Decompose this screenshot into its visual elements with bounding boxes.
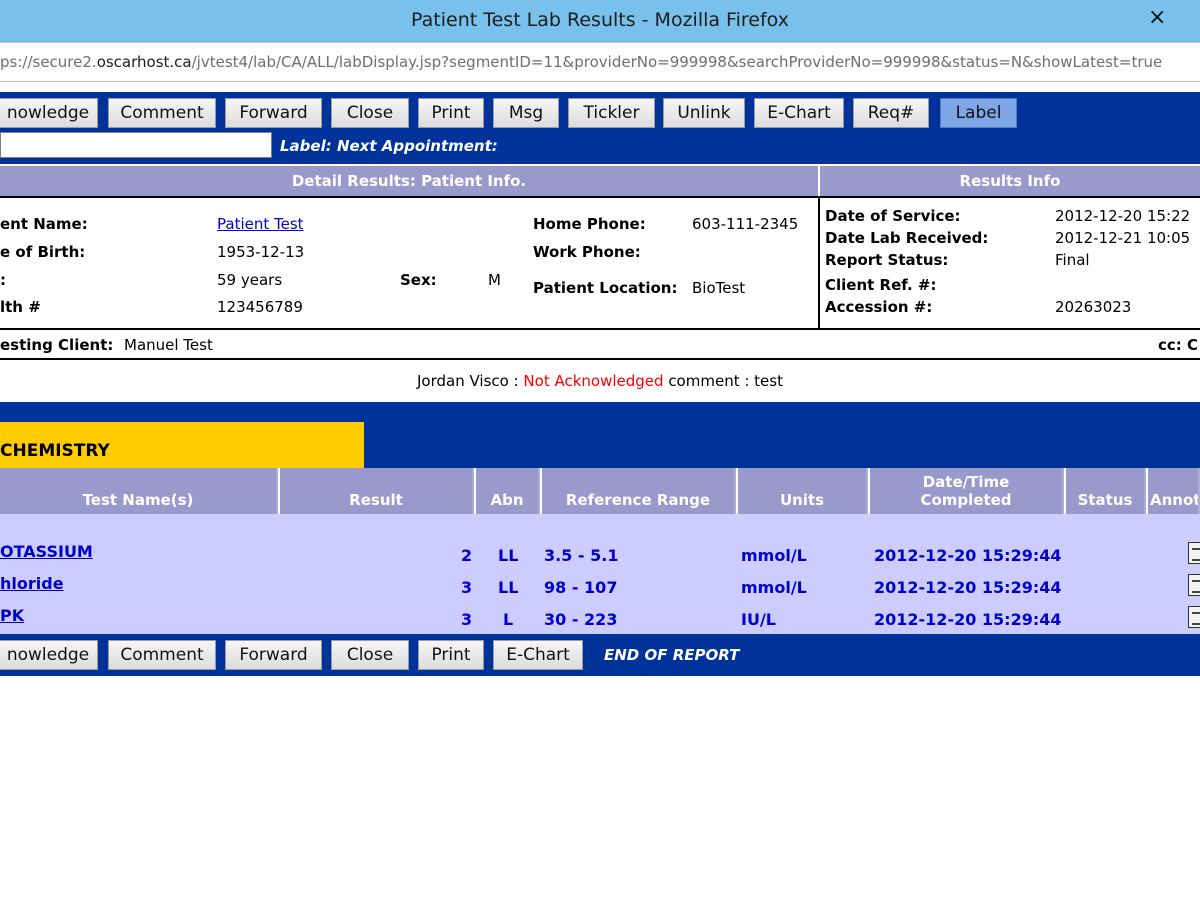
col-reference-range: Reference Range [542,468,736,514]
requesting-client-row: esting Client: Manuel Test cc: C [0,330,1200,360]
units: IU/L [741,610,776,629]
requesting-client-value: Manuel Test [124,336,213,354]
tickler-button[interactable]: Tickler [568,98,655,128]
home-phone-label: Home Phone: [533,215,646,233]
department-header: CHEMISTRY [0,422,364,468]
reference-range: 98 - 107 [544,578,618,597]
msg-button[interactable]: Msg [493,98,559,128]
unlink-button[interactable]: Unlink [663,98,745,128]
acknowledge-button-bottom[interactable]: nowledge [0,640,98,670]
end-of-report-text: END OF REPORT [604,646,740,664]
units: mmol/L [741,578,807,597]
results-table-body: OTASSIUM 2 LL 3.5 - 5.1 mmol/L 2012-12-2… [0,514,1200,634]
report-status-value: Final [1055,251,1090,269]
col-abn: Abn [476,468,540,514]
report-status-label: Report Status: [825,251,949,269]
dob-label: e of Birth: [0,243,86,261]
info-divider [818,198,820,328]
patient-location-label: Patient Location: [533,279,678,297]
date-of-service-label: Date of Service: [825,207,961,225]
acknowledgement-row: Jordan Visco : Not Acknowledged comment … [0,362,1200,402]
comment-button[interactable]: Comment [108,98,216,128]
comment-button-bottom[interactable]: Comment [108,640,216,670]
sex-value: M [488,271,501,289]
abn-flag: LL [498,578,519,597]
patient-name-link[interactable]: Patient Test [217,215,304,233]
url-text: ps://secure2.oscarhost.ca/jvtest4/lab/CA… [0,53,1163,71]
test-name-link[interactable]: PK [0,606,24,625]
acknowledge-button[interactable]: nowledge [0,98,98,128]
date-received-label: Date Lab Received: [825,229,989,247]
col-units: Units [738,468,868,514]
col-date-completed: Date/Time Completed [870,468,1064,514]
test-name-link[interactable]: OTASSIUM [0,542,93,561]
annotation-icon[interactable] [1188,542,1200,564]
reference-range: 3.5 - 5.1 [544,546,619,565]
col-annotation: Annot [1148,468,1200,514]
dob-value: 1953-12-13 [217,243,305,261]
close-icon[interactable]: × [1148,6,1166,30]
annotation-icon[interactable] [1188,574,1200,596]
req-button[interactable]: Req# [853,98,929,128]
patient-location-value: BioTest [692,279,746,297]
result-value: 3 [461,610,473,629]
accession-label: Accession #: [825,298,933,316]
bottom-toolbar: nowledge Comment Forward Close Print E-C… [0,634,1200,676]
date-of-service-value: 2012-12-20 15:22 [1055,207,1191,225]
date-completed: 2012-12-20 15:29:44 [874,546,1062,565]
age-value: 59 years [217,271,283,289]
test-name-link[interactable]: hloride [0,574,64,593]
result-value: 2 [461,546,473,565]
top-toolbar: nowledge Comment Forward Close Print Msg… [0,92,1200,164]
date-completed: 2012-12-20 15:29:44 [874,610,1062,629]
label-caption: Label: Next Appointment: [280,137,498,155]
ack-status: Not Acknowledged [523,372,664,390]
results-info-header: Results Info [820,166,1200,196]
accession-value: 20263023 [1055,298,1132,316]
sex-label: Sex: [400,271,437,289]
address-bar[interactable]: ps://secure2.oscarhost.ca/jvtest4/lab/CA… [0,42,1200,82]
col-result: Result [280,468,474,514]
close-button-bottom[interactable]: Close [331,640,409,670]
health-number-value: 123456789 [217,298,303,316]
date-received-value: 2012-12-21 10:05 [1055,229,1191,247]
ack-provider: Jordan Visco : [417,372,524,390]
home-phone-value: 603-111-2345 [692,215,799,233]
cc-label: cc: C [1158,336,1199,354]
forward-button[interactable]: Forward [225,98,322,128]
abn-flag: L [503,610,514,629]
requesting-client-label: esting Client: [0,336,114,354]
print-button-bottom[interactable]: Print [418,640,484,670]
age-label: : [0,271,6,289]
echart-button[interactable]: E-Chart [754,98,844,128]
echart-button-bottom[interactable]: E-Chart [493,640,583,670]
result-value: 3 [461,578,473,597]
reference-range: 30 - 223 [544,610,618,629]
date-completed: 2012-12-20 15:29:44 [874,578,1062,597]
annotation-icon[interactable] [1188,606,1200,628]
abn-flag: LL [498,546,519,565]
col-test-name: Test Name(s) [0,468,278,514]
window-title: Patient Test Lab Results - Mozilla Firef… [411,9,789,31]
window-title-bar: Patient Test Lab Results - Mozilla Firef… [0,0,1200,42]
info-panel: ent Name: Patient Test e of Birth: 1953-… [0,196,1200,330]
close-button[interactable]: Close [331,98,409,128]
label-input[interactable] [0,132,272,158]
health-number-label: lth # [0,298,41,316]
work-phone-label: Work Phone: [533,243,641,261]
label-button[interactable]: Label [940,98,1017,128]
col-status: Status [1066,468,1146,514]
client-ref-label: Client Ref. #: [825,276,937,294]
ack-comment: comment : test [663,372,783,390]
patient-info-header: Detail Results: Patient Info. [0,166,818,196]
forward-button-bottom[interactable]: Forward [225,640,322,670]
print-button[interactable]: Print [418,98,484,128]
units: mmol/L [741,546,807,565]
patient-name-label: ent Name: [0,215,88,233]
